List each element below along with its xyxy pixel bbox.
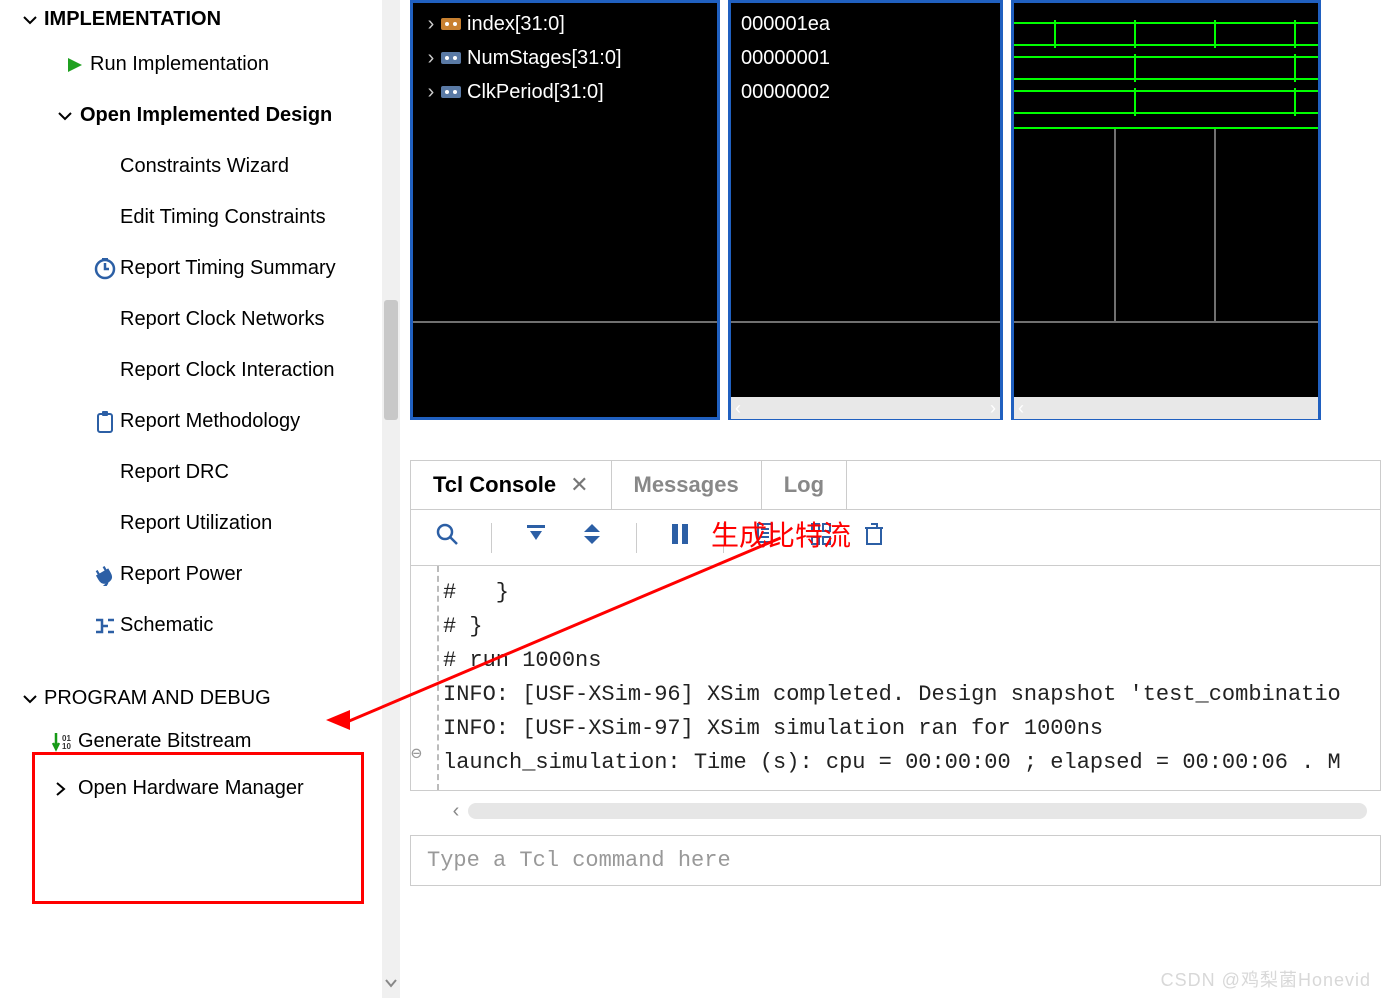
console-gutter: ⊖ xyxy=(415,566,439,790)
report-power[interactable]: Report Power xyxy=(0,549,400,600)
console-hscrollbar[interactable]: ‹ xyxy=(444,797,1367,825)
signal-value: 00000002 xyxy=(741,75,990,109)
toolbar-separator xyxy=(636,523,637,553)
tab-log[interactable]: Log xyxy=(762,461,847,509)
scroll-left-icon[interactable]: ‹ xyxy=(735,398,741,419)
console-line: # run 1000ns xyxy=(443,644,1374,678)
console-line: INFO: [USF-XSim-96] XSim completed. Desi… xyxy=(443,678,1374,712)
report-drc[interactable]: Report DRC xyxy=(0,447,400,498)
run-implementation-label: Run Implementation xyxy=(90,53,269,76)
annotation-arrow-head xyxy=(326,710,350,730)
report-methodology[interactable]: Report Methodology xyxy=(0,396,400,447)
signal-icon xyxy=(441,83,463,101)
main-area: › index[31:0] › NumStages[31:0] › ClkPer… xyxy=(400,0,1381,998)
clear-icon[interactable] xyxy=(864,522,884,553)
scrollbar-thumb[interactable] xyxy=(384,300,398,420)
chevron-down-icon xyxy=(16,691,44,707)
report-utilization[interactable]: Report Utilization xyxy=(0,498,400,549)
report-clock-interaction[interactable]: Report Clock Interaction xyxy=(0,345,400,396)
tcl-console-output[interactable]: ⊖ # } # } # run 1000ns INFO: [USF-XSim-9… xyxy=(410,566,1381,791)
flow-navigator: IMPLEMENTATION Run Implementation Open I… xyxy=(0,0,400,998)
clipboard-icon xyxy=(90,411,120,433)
waveform-trace xyxy=(1014,19,1318,53)
signal-row[interactable]: › index[31:0] xyxy=(413,7,717,41)
signal-value: 000001ea xyxy=(741,7,990,41)
panel-divider xyxy=(731,321,1000,323)
chevron-down-icon xyxy=(16,12,44,28)
waveform-hscroll[interactable]: ‹ xyxy=(1014,397,1318,419)
pause-icon[interactable] xyxy=(669,522,691,553)
svg-text:10: 10 xyxy=(62,742,71,751)
chevron-down-icon xyxy=(50,108,80,124)
panel-divider xyxy=(1014,321,1318,323)
scrollbar-track[interactable] xyxy=(468,803,1367,819)
search-icon[interactable] xyxy=(435,522,459,553)
waveform-signal-names[interactable]: › index[31:0] › NumStages[31:0] › ClkPer… xyxy=(410,0,720,420)
waveform-hscroll[interactable]: ‹ › xyxy=(731,397,1000,419)
waveform-empty-region xyxy=(1014,127,1318,321)
signal-row[interactable]: › ClkPeriod[31:0] xyxy=(413,75,717,109)
chevron-right-icon[interactable]: › xyxy=(421,13,441,36)
tab-tcl-console[interactable]: Tcl Console ✕ xyxy=(411,461,612,509)
waveform-canvas[interactable]: ‹ xyxy=(1011,0,1321,420)
edit-timing-constraints[interactable]: Edit Timing Constraints xyxy=(0,192,400,243)
annotation-box-program-debug xyxy=(32,752,364,904)
report-timing-summary[interactable]: Report Timing Summary xyxy=(0,243,400,294)
implementation-section[interactable]: IMPLEMENTATION xyxy=(0,0,400,39)
collapse-all-icon[interactable] xyxy=(524,522,548,553)
signal-icon xyxy=(441,49,463,67)
signal-row[interactable]: › NumStages[31:0] xyxy=(413,41,717,75)
chevron-right-icon[interactable]: › xyxy=(421,81,441,104)
open-implemented-design-label: Open Implemented Design xyxy=(80,104,332,127)
constraints-wizard[interactable]: Constraints Wizard xyxy=(0,141,400,192)
waveform-trace xyxy=(1014,53,1318,87)
waveform-viewer: › index[31:0] › NumStages[31:0] › ClkPer… xyxy=(410,0,1381,420)
report-clock-networks[interactable]: Report Clock Networks xyxy=(0,294,400,345)
signal-icon xyxy=(441,15,463,33)
run-implementation[interactable]: Run Implementation xyxy=(0,39,400,90)
play-icon xyxy=(60,56,90,74)
implementation-label: IMPLEMENTATION xyxy=(44,8,221,31)
bitstream-icon: 0110 xyxy=(44,731,78,753)
scroll-left-icon[interactable]: ‹ xyxy=(1018,398,1024,419)
plug-icon xyxy=(90,564,120,586)
panel-divider xyxy=(413,321,717,323)
schematic[interactable]: Schematic xyxy=(0,600,400,651)
annotation-text: 生成比特流 xyxy=(711,514,851,554)
open-implemented-design[interactable]: Open Implemented Design xyxy=(0,90,400,141)
scroll-down-icon[interactable] xyxy=(382,973,400,996)
tcl-command-input[interactable]: Type a Tcl command here xyxy=(410,835,1381,886)
console-line: launch_simulation: Time (s): cpu = 00:00… xyxy=(443,746,1374,780)
toolbar-separator xyxy=(491,523,492,553)
chevron-right-icon[interactable]: › xyxy=(421,47,441,70)
close-icon[interactable]: ✕ xyxy=(570,472,588,498)
waveform-trace xyxy=(1014,87,1318,121)
console-line: # } xyxy=(443,610,1374,644)
console-line: # } xyxy=(443,576,1374,610)
clock-icon xyxy=(90,258,120,280)
sidebar-scrollbar[interactable] xyxy=(382,0,400,998)
tab-messages[interactable]: Messages xyxy=(612,461,762,509)
watermark: CSDN @鸡梨菌Honevid xyxy=(1161,966,1371,992)
console-tabs: Tcl Console ✕ Messages Log xyxy=(410,460,1381,510)
expand-all-icon[interactable] xyxy=(580,522,604,553)
schematic-icon xyxy=(90,616,120,636)
console-toolbar: 生成比特流 xyxy=(410,510,1381,566)
signal-value: 00000001 xyxy=(741,41,990,75)
waveform-signal-values[interactable]: 000001ea 00000001 00000002 ‹ › xyxy=(728,0,1003,420)
console-line: INFO: [USF-XSim-97] XSim simulation ran … xyxy=(443,712,1374,746)
fold-knob-icon[interactable]: ⊖ xyxy=(411,738,422,772)
scroll-left-icon[interactable]: ‹ xyxy=(444,800,468,823)
scroll-right-icon[interactable]: › xyxy=(990,398,996,419)
